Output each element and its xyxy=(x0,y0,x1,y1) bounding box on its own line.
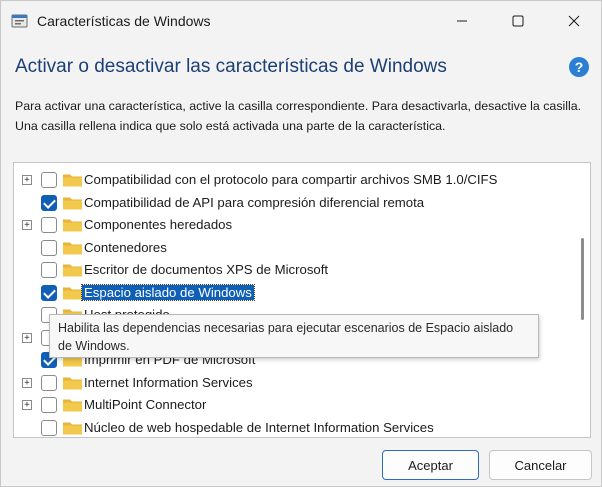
feature-row[interactable]: Contenedores xyxy=(14,237,570,259)
folder-icon xyxy=(63,422,82,434)
vertical-scrollbar[interactable] xyxy=(578,163,590,437)
expand-icon[interactable]: + xyxy=(22,220,32,230)
features-tree[interactable]: + Compatibilidad con el protocolo para co… xyxy=(13,162,591,438)
expand-icon[interactable]: + xyxy=(22,332,32,343)
minimize-icon xyxy=(457,20,467,22)
minimize-button[interactable] xyxy=(439,1,485,41)
page-heading: Activar o desactivar las características… xyxy=(15,56,447,77)
feature-row[interactable]: + Internet Information Services xyxy=(14,372,570,394)
feature-checkbox[interactable] xyxy=(41,419,57,436)
folder-icon xyxy=(63,287,82,299)
expand-icon[interactable]: + xyxy=(22,377,32,388)
cancel-button[interactable]: Cancelar xyxy=(489,450,592,480)
window-title: Características de Windows xyxy=(37,13,211,29)
feature-row[interactable]: + Compatibilidad con el protocolo para co… xyxy=(14,169,570,191)
feature-label: Espacio aislado de Windows xyxy=(81,283,255,301)
scroll-thumb[interactable] xyxy=(581,238,584,320)
feature-label: Componentes heredados xyxy=(84,217,233,232)
feature-checkbox[interactable] xyxy=(41,397,57,413)
expand-icon[interactable]: + xyxy=(22,175,32,185)
folder-icon xyxy=(63,174,82,187)
feature-checkbox[interactable] xyxy=(41,172,57,188)
feature-row[interactable]: Espacio aislado de Windows xyxy=(14,282,570,304)
dialog-window: Características de Windows Activar o des… xyxy=(0,0,602,487)
folder-icon xyxy=(63,197,82,209)
accept-button[interactable]: Aceptar xyxy=(382,450,479,480)
folder-icon xyxy=(63,264,82,277)
title-bar: Características de Windows xyxy=(1,1,601,41)
feature-checkbox[interactable] xyxy=(41,239,57,256)
feature-label: Internet Information Services xyxy=(84,374,253,390)
feature-checkbox[interactable] xyxy=(41,374,57,391)
feature-label: Compatibilidad de API para compresión di… xyxy=(84,194,425,210)
feature-row[interactable]: + MultiPoint Connector xyxy=(14,394,570,416)
maximize-button[interactable] xyxy=(495,1,541,41)
feature-label: Compatibilidad con el protocolo para com… xyxy=(84,172,498,187)
windows-features-icon xyxy=(11,14,28,28)
feature-row[interactable]: Escritor de documentos XPS de Microsoft xyxy=(14,259,570,281)
feature-label: Contenedores xyxy=(84,239,167,255)
feature-label: MultiPoint Connector xyxy=(84,397,207,412)
maximize-icon xyxy=(512,15,524,27)
folder-icon xyxy=(63,399,82,412)
feature-checkbox[interactable] xyxy=(41,284,57,301)
feature-row[interactable]: Núcleo de web hospedable de Internet Inf… xyxy=(14,417,570,438)
expand-icon[interactable]: + xyxy=(22,400,32,410)
feature-checkbox[interactable] xyxy=(41,194,57,211)
feature-label: Escritor de documentos XPS de Microsoft xyxy=(84,262,329,277)
feature-row[interactable]: Compatibilidad de API para compresión di… xyxy=(14,192,570,214)
feature-label: Núcleo de web hospedable de Internet Inf… xyxy=(84,419,434,435)
folder-icon xyxy=(63,377,82,389)
close-button[interactable] xyxy=(551,1,597,41)
help-icon[interactable]: ? xyxy=(569,57,589,77)
folder-icon xyxy=(63,219,82,232)
feature-row[interactable]: + Componentes heredados xyxy=(14,214,570,236)
instructions-text: Para activar una característica, active … xyxy=(15,99,582,133)
feature-checkbox[interactable] xyxy=(41,217,57,233)
feature-tooltip: Habilita las dependencias necesarias par… xyxy=(49,314,539,358)
folder-icon xyxy=(63,242,82,254)
feature-checkbox[interactable] xyxy=(41,262,57,278)
close-icon xyxy=(568,15,580,27)
